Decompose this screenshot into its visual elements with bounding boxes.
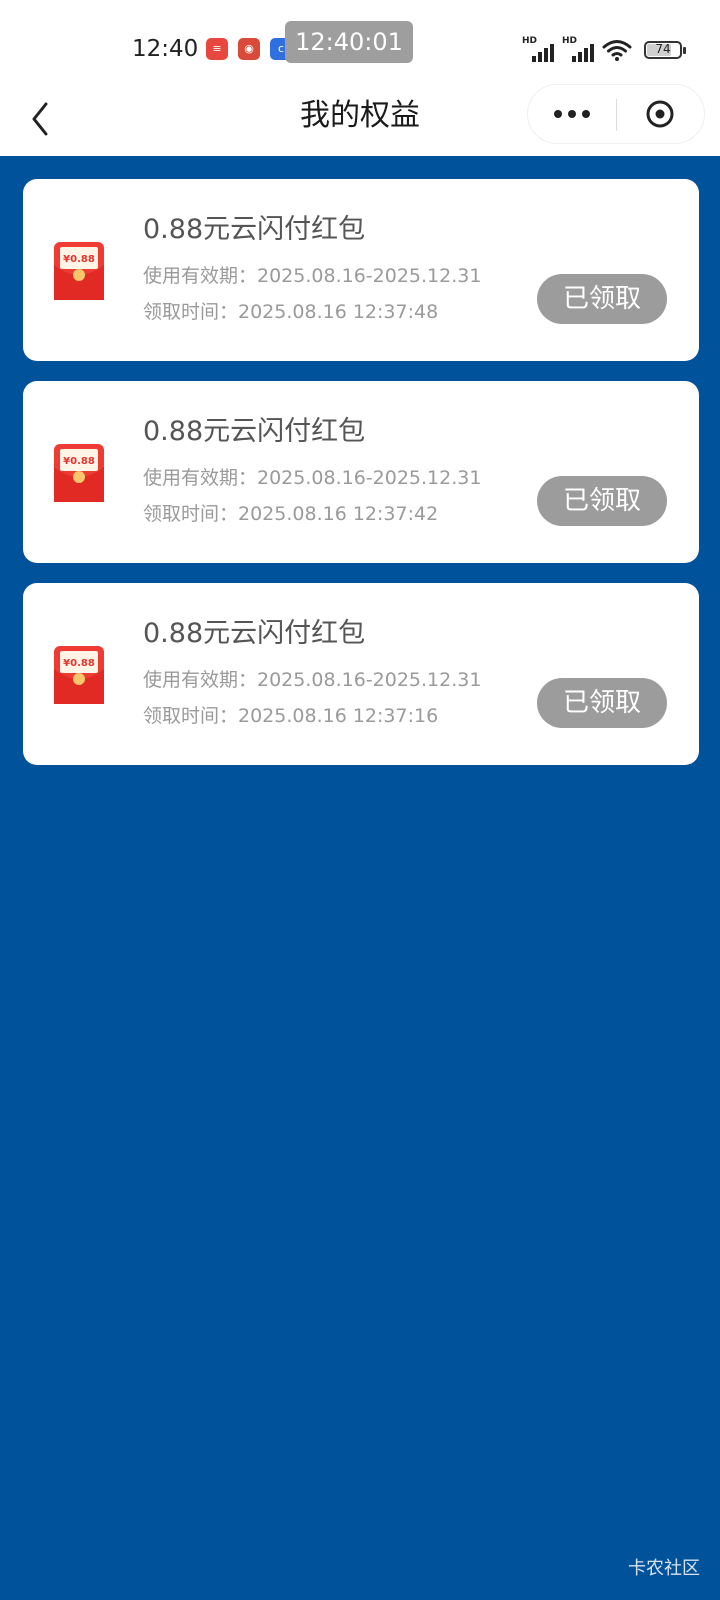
nav-bar: 我的权益: [0, 80, 720, 156]
more-dots-icon: [554, 110, 590, 118]
wifi-icon: [602, 40, 632, 61]
battery-icon: 74: [644, 41, 686, 59]
validity-period: 使用有效期：2025.08.16-2025.12.31: [143, 467, 482, 489]
benefit-title: 0.88元云闪付红包: [143, 214, 366, 245]
claimed-button[interactable]: 已领取: [537, 678, 667, 728]
red-envelope-icon: ¥0.88: [54, 242, 104, 300]
benefit-card: ¥0.88 0.88元云闪付红包 使用有效期：2025.08.16-2025.1…: [23, 179, 699, 361]
validity-period: 使用有效期：2025.08.16-2025.12.31: [143, 265, 482, 287]
clock-overlay: 12:40:01: [285, 21, 413, 63]
claim-time: 领取时间：2025.08.16 12:37:48: [143, 301, 439, 323]
red-envelope-icon: ¥0.88: [54, 444, 104, 502]
claimed-button[interactable]: 已领取: [537, 476, 667, 526]
benefit-card: ¥0.88 0.88元云闪付红包 使用有效期：2025.08.16-2025.1…: [23, 381, 699, 563]
envelope-label: ¥0.88: [63, 456, 95, 467]
watermark: 卡农社区: [628, 1558, 700, 1579]
close-circle-icon: [646, 100, 674, 128]
envelope-label: ¥0.88: [63, 658, 95, 669]
red-envelope-icon: ¥0.88: [54, 646, 104, 704]
red-app-icon: ◉: [238, 38, 260, 60]
claim-time: 领取时间：2025.08.16 12:37:16: [143, 705, 439, 727]
claimed-button[interactable]: 已领取: [537, 274, 667, 324]
cell-signal-icon: HD: [522, 36, 554, 62]
status-bar: 12:40 ≡ ◉ c 12:40:01 HD HD 74: [0, 0, 720, 80]
status-time: 12:40: [132, 36, 199, 62]
red-app-icon: ≡: [206, 38, 228, 60]
benefit-title: 0.88元云闪付红包: [143, 416, 366, 447]
claim-time: 领取时间：2025.08.16 12:37:42: [143, 503, 439, 525]
close-button[interactable]: [617, 85, 705, 143]
cell-signal-icon: HD: [562, 36, 594, 62]
status-indicators: HD HD 74: [522, 36, 686, 62]
benefit-card: ¥0.88 0.88元云闪付红包 使用有效期：2025.08.16-2025.1…: [23, 583, 699, 765]
mini-program-capsule: [527, 84, 705, 144]
more-button[interactable]: [528, 85, 616, 143]
battery-percent: 74: [655, 42, 671, 56]
envelope-label: ¥0.88: [63, 254, 95, 265]
validity-period: 使用有效期：2025.08.16-2025.12.31: [143, 669, 482, 691]
benefit-title: 0.88元云闪付红包: [143, 618, 366, 649]
